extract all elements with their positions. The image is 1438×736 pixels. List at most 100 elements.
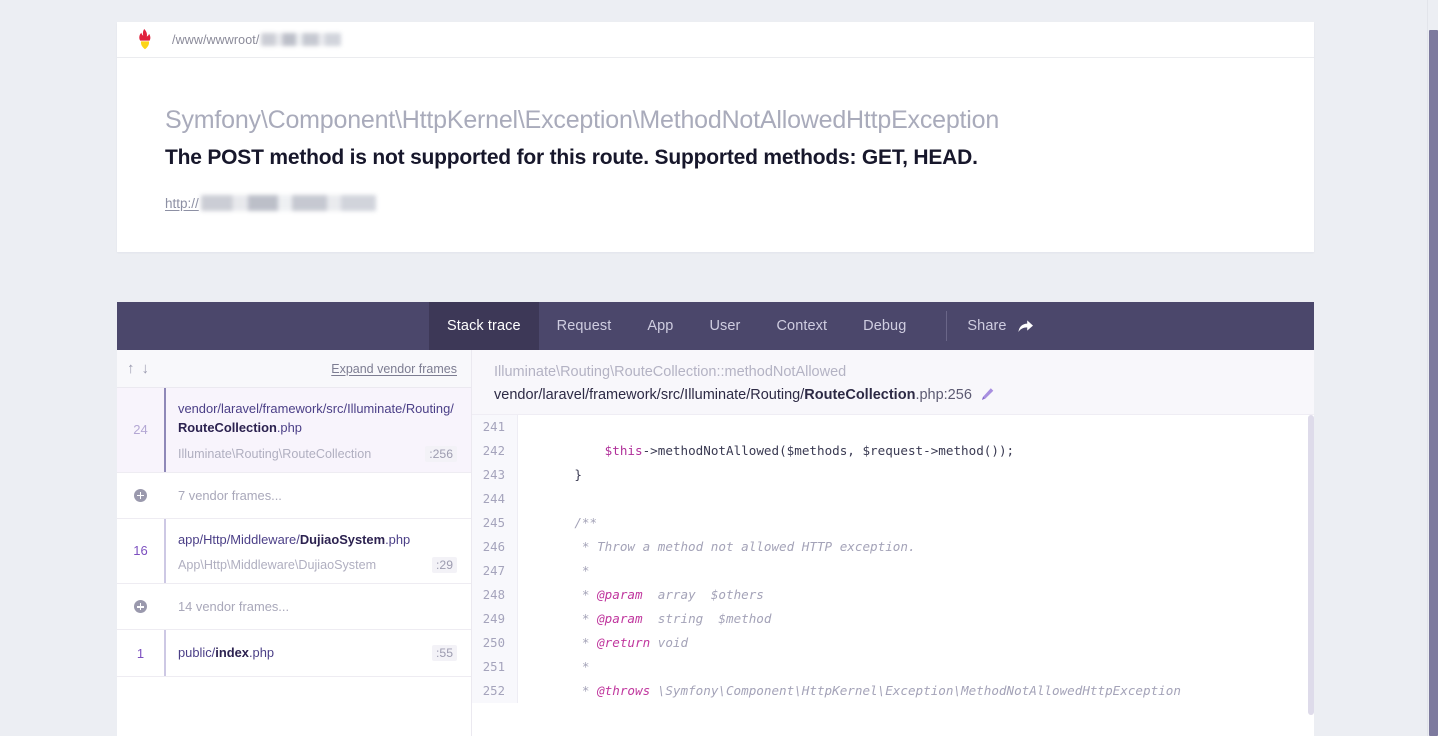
plus-circle-icon[interactable]: [134, 600, 147, 614]
arrow-down-icon[interactable]: ↓: [142, 361, 150, 376]
frame-class: Illuminate\Routing\RouteCollection: [178, 446, 372, 461]
tab-debug[interactable]: Debug: [845, 302, 924, 350]
frames-sidebar: ↑ ↓ Expand vendor frames 24 vendor/larav…: [117, 350, 472, 736]
plus-circle-icon[interactable]: [134, 488, 147, 502]
frame-info: vendor/laravel/framework/src/Illuminate/…: [166, 388, 471, 472]
stack-trace-panel: Stack trace Request App User Context Deb…: [117, 302, 1314, 736]
frame-file-path: vendor/laravel/framework/src/Illuminate/…: [178, 401, 454, 436]
code-line: 247 *: [472, 558, 1314, 583]
code-line-number: 246: [472, 534, 518, 559]
panels: ↑ ↓ Expand vendor frames 24 vendor/larav…: [117, 350, 1314, 736]
code-line-number: 249: [472, 606, 518, 631]
browser-scrollbar-thumb[interactable]: [1429, 30, 1438, 736]
code-file-path: vendor/laravel/framework/src/Illuminate/…: [494, 387, 1314, 403]
project-path-bar: /www/wwwroot/: [117, 22, 1314, 58]
code-function-name: Illuminate\Routing\RouteCollection::meth…: [494, 364, 847, 380]
code-line-content: /**: [544, 514, 598, 530]
frame-number: 16: [133, 543, 148, 559]
code-line-content: * Throw a method not allowed HTTP except…: [544, 538, 916, 554]
code-line-number: 251: [472, 654, 518, 679]
code-line-number: 250: [472, 630, 518, 655]
project-path-prefix: /www/wwwroot/: [172, 32, 260, 47]
frame-subline: App\Http\Middleware\DujiaoSystem :29: [178, 557, 457, 574]
code-line: 252 * @throws \Symfony\Component\HttpKer…: [472, 678, 1314, 703]
frame-line-number: :29: [432, 557, 457, 574]
arrow-up-icon[interactable]: ↑: [127, 361, 135, 376]
frame-row-24[interactable]: 24 vendor/laravel/framework/src/Illumina…: [117, 388, 471, 473]
exception-url-redacted: [200, 195, 376, 212]
frame-row-1[interactable]: 1 public/index.php :55: [117, 630, 471, 678]
vendor-expand-cell: [117, 600, 164, 614]
frames-toolbar: ↑ ↓ Expand vendor frames: [117, 350, 471, 388]
pencil-icon[interactable]: [980, 387, 995, 402]
share-button[interactable]: Share: [967, 302, 1051, 350]
vendor-frames-group-14[interactable]: 14 vendor frames...: [117, 584, 471, 631]
code-line-number: 243: [472, 462, 518, 487]
code-line-number: 241: [472, 414, 518, 439]
code-line-number: 245: [472, 510, 518, 535]
frame-info: public/index.php :55: [166, 630, 471, 676]
code-line: 250 * @return void: [472, 630, 1314, 655]
code-line-number: 242: [472, 438, 518, 463]
code-line-number: 248: [472, 582, 518, 607]
share-label: Share: [967, 318, 1007, 334]
project-path-text: /www/wwwroot/: [172, 32, 342, 47]
exception-url-link[interactable]: http://: [165, 195, 1314, 212]
code-line-content: *: [544, 658, 590, 674]
tab-context[interactable]: Context: [758, 302, 845, 350]
frame-number: 1: [136, 645, 145, 661]
vendor-frames-label: 14 vendor frames...: [178, 599, 290, 615]
frame-line-number: :256: [425, 445, 457, 462]
code-line-content: }: [544, 466, 582, 482]
code-scrollbar[interactable]: [1308, 414, 1314, 721]
frame-info: app/Http/Middleware/DujiaoSystem.php App…: [166, 519, 471, 583]
frame-number: 24: [133, 422, 148, 438]
code-line: 251 *: [472, 654, 1314, 679]
exception-body: Symfony\Component\HttpKernel\Exception\M…: [117, 58, 1314, 212]
frame-file-path: public/index.php: [178, 645, 275, 661]
frame-file-path: app/Http/Middleware/DujiaoSystem.php: [178, 531, 411, 547]
ignition-flame-logo-icon: [134, 28, 156, 52]
code-line-content: [518, 487, 1314, 511]
code-file-line: vendor/laravel/framework/src/Illuminate/…: [494, 386, 972, 403]
exception-url-protocol: http://: [165, 195, 199, 211]
exception-message: The POST method is not supported for thi…: [165, 146, 978, 169]
code-line-content: * @param array $others: [544, 586, 764, 602]
vendor-frames-group-7[interactable]: 7 vendor frames...: [117, 472, 471, 519]
exception-class: Symfony\Component\HttpKernel\Exception\M…: [165, 106, 1000, 134]
code-line-number: 244: [472, 486, 518, 511]
code-line: 242 $this->methodNotAllowed($methods, $r…: [472, 438, 1314, 463]
vendor-expand-cell: [117, 488, 164, 502]
code-lines: 241 242 $this->methodNotAllowed($methods,…: [472, 414, 1314, 703]
code-line-content: * @throws \Symfony\Component\HttpKernel\…: [544, 682, 1181, 698]
code-line: 248 * @param array $others: [472, 582, 1314, 607]
frame-line-number: :55: [432, 645, 457, 662]
frame-row-16[interactable]: 16 app/Http/Middleware/DujiaoSystem.php …: [117, 518, 471, 585]
share-arrow-icon: [1017, 318, 1034, 334]
frame-subline: Illuminate\Routing\RouteCollection :256: [178, 445, 457, 462]
expand-vendor-frames-link[interactable]: Expand vendor frames: [331, 362, 457, 376]
code-scroll-area[interactable]: 241 242 $this->methodNotAllowed($methods,…: [472, 414, 1314, 721]
code-line-content: * @return void: [544, 634, 689, 650]
frame-nav-arrows: ↑ ↓: [127, 361, 149, 376]
tab-user[interactable]: User: [691, 302, 758, 350]
code-line: 241: [472, 414, 1314, 439]
tab-app[interactable]: App: [629, 302, 691, 350]
code-line: 249 * @param string $method: [472, 606, 1314, 631]
code-line: 244: [472, 486, 1314, 511]
browser-scrollbar[interactable]: [1427, 0, 1438, 736]
exception-header-card: /www/wwwroot/ Symfony\Component\HttpKern…: [117, 22, 1314, 252]
frame-class: App\Http\Middleware\DujiaoSystem: [178, 558, 377, 573]
tab-divider: [946, 311, 948, 341]
tab-stack-trace[interactable]: Stack trace: [429, 302, 539, 350]
code-line-content: *: [544, 562, 590, 578]
code-panel-header: Illuminate\Routing\RouteCollection::meth…: [472, 350, 1314, 415]
code-line-number: 252: [472, 678, 518, 703]
page-root: /www/wwwroot/ Symfony\Component\HttpKern…: [0, 0, 1438, 736]
code-line-number: 247: [472, 558, 518, 583]
code-scrollbar-thumb[interactable]: [1308, 414, 1314, 715]
tab-request[interactable]: Request: [539, 302, 630, 350]
code-line-content: $this->methodNotAllowed($methods, $reque…: [604, 442, 1015, 458]
code-line: 243 }: [472, 462, 1314, 487]
code-line-content: [518, 415, 1314, 439]
